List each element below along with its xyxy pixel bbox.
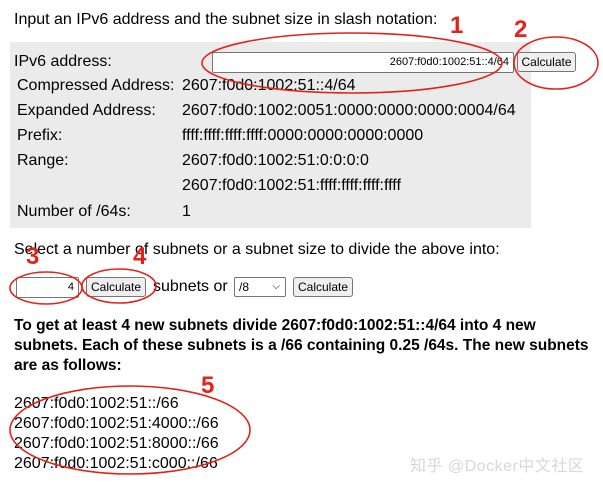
annotation-number-1: 1 <box>450 12 464 39</box>
calculate-button[interactable]: Calculate <box>517 52 576 72</box>
watermark-text: 知乎 @Docker中文社区 <box>410 458 585 475</box>
calculate-size-button[interactable]: Calculate <box>293 277 353 297</box>
info-label-compressed: Compressed Address: <box>17 77 175 94</box>
intro-text: Input an IPv6 address and the subnet siz… <box>14 11 438 28</box>
info-value-range-start: 2607:f0d0:1002:51:0:0:0:0 <box>182 152 369 169</box>
subnet-item: 2607:f0d0:1002:51:4000::/66 <box>14 415 219 432</box>
result-text: To get at least 4 new subnets divide 260… <box>14 317 589 374</box>
chevron-down-icon: ⌵ <box>272 281 280 292</box>
subnet-count-input[interactable]: 4 <box>16 277 79 298</box>
subnet-item: 2607:f0d0:1002:51:8000::/66 <box>14 435 219 452</box>
subnets-or-text: subnets or <box>153 278 228 295</box>
info-label-range: Range: <box>17 152 69 169</box>
subnet-size-select[interactable]: /8 ⌵ <box>234 277 286 297</box>
ipv6-address-input[interactable]: 2607:f0d0:1002:51::4/64 <box>212 52 514 73</box>
info-value-expanded: 2607:f0d0:1002:0051:0000:0000:0000:0004/… <box>182 102 516 119</box>
annotation-number-2: 2 <box>514 16 528 43</box>
annotation-number-3: 3 <box>26 243 40 270</box>
info-label-count: Number of /64s: <box>17 203 131 220</box>
info-value-compressed: 2607:f0d0:1002:51::4/64 <box>182 77 356 94</box>
subnet-size-value: /8 <box>239 280 250 294</box>
info-value-prefix: ffff:ffff:ffff:ffff:0000:0000:0000:0000 <box>182 127 424 144</box>
info-label-prefix: Prefix: <box>17 127 63 144</box>
calculate-subnets-button[interactable]: Calculate <box>86 277 146 297</box>
info-value-count: 1 <box>182 203 191 220</box>
ipv6-label: IPv6 address: <box>14 53 112 70</box>
divide-text: Select a number of subnets or a subnet s… <box>14 241 500 258</box>
annotation-number-5: 5 <box>201 372 215 399</box>
subnet-item: 2607:f0d0:1002:51:c000::/66 <box>14 455 218 472</box>
info-label-expanded: Expanded Address: <box>17 102 156 119</box>
subnet-item: 2607:f0d0:1002:51::/66 <box>14 395 179 412</box>
annotation-number-4: 4 <box>133 243 147 270</box>
info-value-range-end: 2607:f0d0:1002:51:ffff:ffff:ffff:ffff <box>182 177 401 194</box>
